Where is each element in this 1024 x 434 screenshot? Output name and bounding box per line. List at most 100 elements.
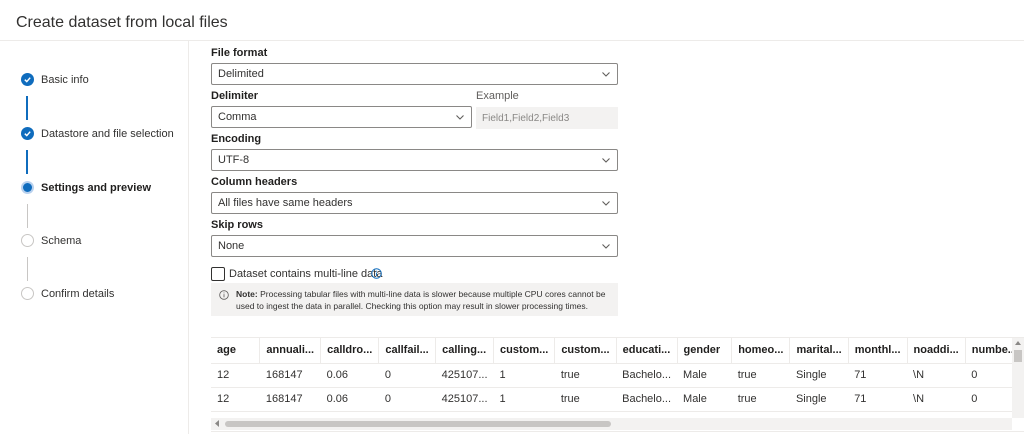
scroll-left-arrow-icon[interactable]	[214, 420, 219, 427]
chevron-down-icon	[456, 115, 464, 120]
skip-rows-select[interactable]: None	[211, 235, 618, 257]
column-header[interactable]: custom...	[493, 338, 556, 364]
multiline-note: Note: Processing tabular files with mult…	[211, 283, 618, 316]
step-connector	[27, 204, 28, 228]
step-label: Datastore and file selection	[41, 127, 174, 140]
note-text: Processing tabular files with multi-line…	[236, 289, 606, 311]
info-icon	[219, 290, 229, 300]
table-cell: 1	[493, 387, 555, 412]
file-format-select[interactable]: Delimited	[211, 63, 618, 85]
chevron-down-icon	[602, 201, 610, 206]
encoding-value: UTF-8	[218, 154, 250, 166]
column-headers-select[interactable]: All files have same headers	[211, 192, 618, 214]
step-basic-info[interactable]: Basic info	[21, 73, 89, 86]
column-header[interactable]: gender	[677, 338, 733, 364]
table-cell: 0.06	[320, 363, 379, 388]
step-connector	[26, 96, 28, 120]
preview-header-row: age annuali... calldro... callfail... ca…	[211, 338, 1024, 364]
column-header[interactable]: noaddi...	[907, 338, 966, 364]
step-connector	[27, 257, 28, 281]
table-row: 12 168147 0.06 0 425107... 1 true Bachel…	[211, 363, 1024, 388]
info-icon[interactable]	[371, 268, 382, 279]
step-label: Schema	[41, 234, 82, 247]
column-header[interactable]: annuali...	[259, 338, 322, 364]
wizard-steps: Basic info Datastore and file selection …	[0, 41, 188, 434]
step-label: Confirm details	[41, 287, 115, 300]
chevron-down-icon	[602, 158, 610, 163]
note-prefix: Note:	[236, 289, 258, 299]
delimiter-value: Comma	[218, 111, 257, 123]
table-cell: 168147	[259, 387, 321, 412]
column-header[interactable]: monthl...	[848, 338, 908, 364]
table-cell: 0.06	[320, 387, 379, 412]
table-cell: true	[731, 363, 790, 388]
table-cell: 168147	[259, 363, 321, 388]
column-headers-value: All files have same headers	[218, 197, 353, 209]
horizontal-scrollbar[interactable]	[211, 418, 1012, 430]
table-cell: 0	[378, 363, 436, 388]
multiline-checkbox[interactable]	[211, 267, 225, 281]
vertical-scroll-thumb[interactable]	[1014, 350, 1022, 362]
vertical-scrollbar[interactable]	[1012, 338, 1024, 418]
horizontal-scroll-thumb[interactable]	[225, 421, 611, 427]
column-header[interactable]: age	[211, 338, 261, 364]
table-cell: Single	[789, 363, 849, 388]
column-header[interactable]: calling...	[435, 338, 495, 364]
column-header[interactable]: homeo...	[731, 338, 791, 364]
step-label: Basic info	[41, 73, 89, 86]
table-cell: 12	[211, 387, 260, 412]
example-field: Field1,Field2,Field3	[476, 107, 618, 129]
table-cell: \N	[907, 387, 966, 412]
table-cell: 425107...	[435, 363, 494, 388]
table-cell: Bachelo...	[616, 387, 678, 412]
step-confirm-details[interactable]: Confirm details	[21, 287, 114, 300]
table-cell: 71	[848, 363, 908, 388]
step-complete-checkmark-icon	[21, 127, 34, 140]
step-current-dot-icon	[21, 181, 34, 194]
step-connector	[26, 150, 28, 174]
grid-bottom-border	[211, 431, 1024, 432]
steps-divider	[188, 41, 189, 434]
encoding-select[interactable]: UTF-8	[211, 149, 618, 171]
table-cell: true	[554, 387, 617, 412]
table-cell: Single	[789, 387, 849, 412]
step-complete-checkmark-icon	[21, 73, 34, 86]
step-schema[interactable]: Schema	[21, 234, 81, 247]
delimiter-select[interactable]: Comma	[211, 106, 472, 128]
column-header[interactable]: marital...	[789, 338, 849, 364]
table-cell: 1	[493, 363, 555, 388]
table-cell: true	[731, 387, 790, 412]
column-header[interactable]: educati...	[616, 338, 678, 364]
column-header[interactable]: callfail...	[378, 338, 437, 364]
table-cell: 71	[848, 387, 908, 412]
file-format-value: Delimited	[218, 68, 264, 80]
skip-rows-label: Skip rows	[211, 219, 263, 231]
step-label: Settings and preview	[41, 181, 152, 194]
example-label: Example	[476, 90, 519, 102]
skip-rows-value: None	[218, 240, 245, 252]
delimiter-label: Delimiter	[211, 90, 259, 102]
step-settings-preview[interactable]: Settings and preview	[21, 181, 151, 194]
column-headers-label: Column headers	[211, 176, 298, 188]
step-pending-circle-icon	[21, 234, 34, 247]
file-format-label: File format	[211, 47, 268, 59]
column-header[interactable]: calldro...	[320, 338, 380, 364]
table-cell: true	[554, 363, 617, 388]
table-cell: 0	[378, 387, 436, 412]
step-datastore[interactable]: Datastore and file selection	[21, 127, 174, 140]
step-pending-circle-icon	[21, 287, 34, 300]
encoding-label: Encoding	[211, 133, 262, 145]
column-header[interactable]: custom...	[554, 338, 617, 364]
dialog-title: Create dataset from local files	[16, 14, 228, 31]
table-cell: Male	[677, 387, 732, 412]
table-cell: \N	[907, 363, 966, 388]
table-cell: Male	[677, 363, 732, 388]
table-cell: 12	[211, 363, 260, 388]
chevron-down-icon	[602, 72, 610, 77]
table-cell: 425107...	[435, 387, 494, 412]
chevron-down-icon	[602, 244, 610, 249]
multiline-checkbox-label[interactable]: Dataset contains multi-line data	[229, 268, 382, 280]
table-cell: Bachelo...	[616, 363, 678, 388]
table-row: 12 168147 0.06 0 425107... 1 true Bachel…	[211, 387, 1024, 412]
scroll-up-arrow-icon[interactable]	[1015, 340, 1021, 345]
